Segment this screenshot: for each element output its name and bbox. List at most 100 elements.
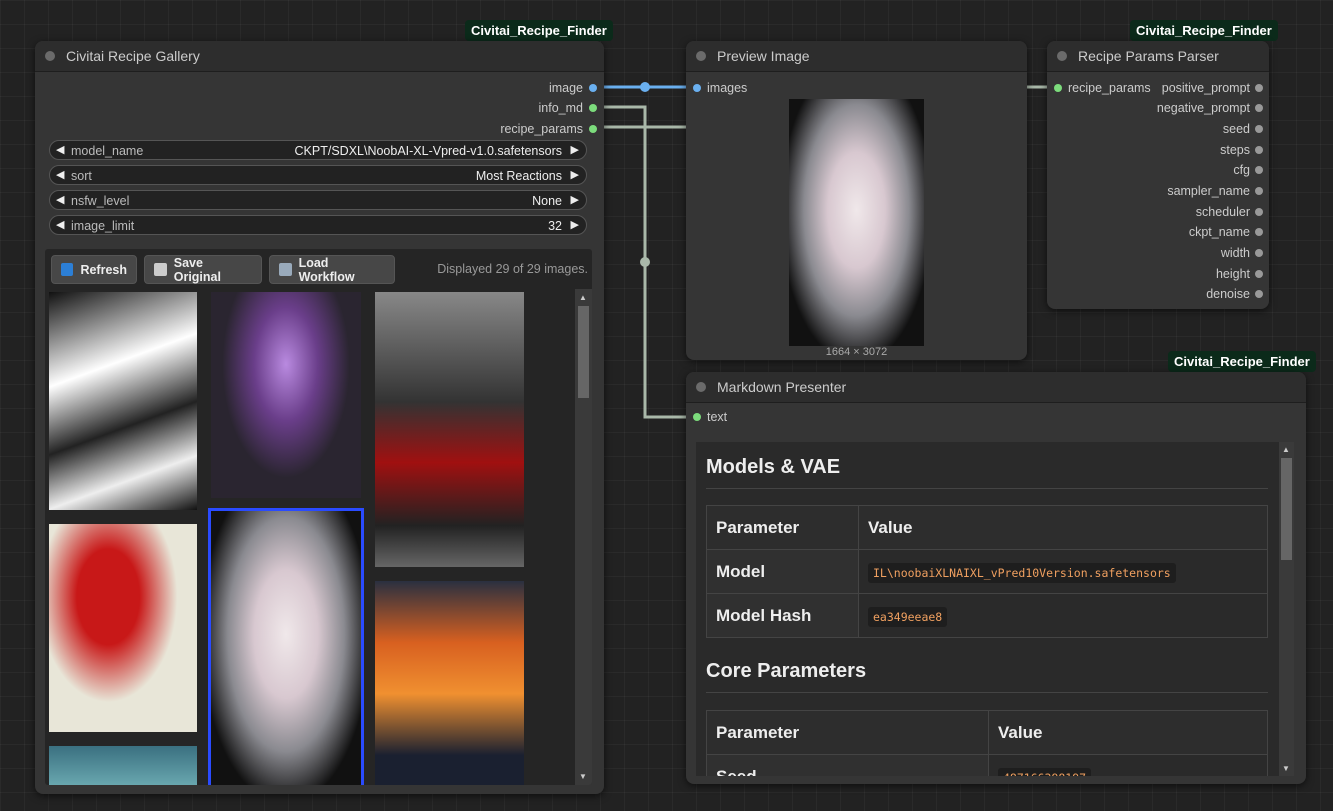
output-socket[interactable] <box>1255 208 1263 216</box>
output-label: width <box>1220 246 1250 260</box>
output-socket[interactable] <box>1255 228 1263 236</box>
gallery-thumbnail[interactable] <box>49 524 197 732</box>
table-row: Model Hash ea349eeae8 <box>706 593 1268 638</box>
models-table: Parameter Value Model IL\noobaiXLNAIXL_v… <box>706 505 1268 638</box>
arrow-right-icon[interactable]: ▶ <box>571 193 579 206</box>
node-title: Markdown Presenter <box>717 379 847 395</box>
node-title-bar[interactable]: Markdown Presenter <box>686 372 1306 403</box>
gallery-thumbnail-selected[interactable] <box>208 508 364 785</box>
markdown-scrollbar[interactable]: ▲ ▼ <box>1279 442 1294 776</box>
output-socket[interactable] <box>1255 146 1263 154</box>
gallery-status: Displayed 29 of 29 images. <box>437 262 588 276</box>
collapse-dot-icon[interactable] <box>696 51 706 61</box>
widget-value: None <box>532 194 562 208</box>
output-socket[interactable] <box>1255 187 1263 195</box>
arrow-right-icon[interactable]: ▶ <box>571 218 579 231</box>
scroll-up-icon[interactable]: ▲ <box>579 293 587 302</box>
widget-model-name[interactable]: ◀ model_name CKPT/SDXL\NoobAI-XL-Vpred-v… <box>49 140 587 160</box>
output-label: ckpt_name <box>1188 225 1250 239</box>
widget-label: sort <box>71 169 92 183</box>
arrow-left-icon[interactable]: ◀ <box>56 218 64 231</box>
collapse-dot-icon[interactable] <box>696 382 706 392</box>
arrow-left-icon[interactable]: ◀ <box>56 143 64 156</box>
widget-value: Most Reactions <box>475 169 562 183</box>
table-header: Parameter <box>706 710 989 755</box>
save-original-button[interactable]: Save Original <box>144 255 262 284</box>
arrow-right-icon[interactable]: ▶ <box>571 143 579 156</box>
recipe-params-parser-node[interactable]: Recipe Params Parser recipe_params posit… <box>1047 41 1269 309</box>
input-label-images: images <box>707 81 748 95</box>
code-value: 487166398197 <box>998 767 1092 776</box>
node-title: Recipe Params Parser <box>1078 48 1219 64</box>
scroll-down-icon[interactable]: ▼ <box>1282 764 1290 773</box>
node-title-bar[interactable]: Recipe Params Parser <box>1047 41 1269 72</box>
output-label: sampler_name <box>1167 184 1250 198</box>
gallery-thumbnail[interactable] <box>49 292 197 510</box>
table-cell-value: ea349eeae8 <box>858 593 1268 638</box>
input-label-text: text <box>707 410 728 424</box>
markdown-presenter-node[interactable]: Markdown Presenter text Models & VAE Par… <box>686 372 1306 784</box>
node-badge: Civitai_Recipe_Finder <box>465 20 613 41</box>
input-socket-images[interactable] <box>693 84 701 92</box>
gallery-thumbnail[interactable] <box>375 581 524 785</box>
output-socket-info-md[interactable] <box>589 104 597 112</box>
section-heading: Core Parameters <box>706 660 867 682</box>
recipe-gallery-node[interactable]: Civitai Recipe Gallery image info_md rec… <box>35 41 604 794</box>
node-badge: Civitai_Recipe_Finder <box>1130 20 1278 41</box>
section-heading: Models & VAE <box>706 456 841 478</box>
table-header: Parameter <box>706 505 859 550</box>
output-label: negative_prompt <box>1156 101 1250 115</box>
widget-value: CKPT/SDXL\NoobAI-XL-Vpred-v1.0.safetenso… <box>294 144 562 158</box>
output-socket[interactable] <box>1255 249 1263 257</box>
node-title: Preview Image <box>717 48 810 64</box>
widget-nsfw-level[interactable]: ◀ nsfw_level None ▶ <box>49 190 587 210</box>
refresh-button[interactable]: Refresh <box>51 255 137 284</box>
output-socket[interactable] <box>1255 104 1263 112</box>
widget-value: 32 <box>548 219 562 233</box>
collapse-dot-icon[interactable] <box>1057 51 1067 61</box>
output-socket-recipe-params[interactable] <box>589 125 597 133</box>
gallery-thumbnail[interactable] <box>211 292 361 498</box>
node-title-bar[interactable]: Civitai Recipe Gallery <box>35 41 604 72</box>
widget-image-limit[interactable]: ◀ image_limit 32 ▶ <box>49 215 587 235</box>
preview-image <box>789 99 924 346</box>
gallery-scrollbar[interactable]: ▲ ▼ <box>575 289 592 785</box>
output-socket[interactable] <box>1255 270 1263 278</box>
scroll-down-icon[interactable]: ▼ <box>579 772 587 781</box>
node-title: Civitai Recipe Gallery <box>66 48 200 64</box>
node-title-bar[interactable]: Preview Image <box>686 41 1027 72</box>
output-socket[interactable] <box>1255 166 1263 174</box>
scrollbar-thumb[interactable] <box>578 306 589 398</box>
core-parameters-table: Parameter Value Seed 487166398197 <box>706 710 1268 776</box>
button-label: Refresh <box>80 262 127 277</box>
arrow-right-icon[interactable]: ▶ <box>571 168 579 181</box>
output-label: steps <box>1220 143 1250 157</box>
scroll-up-icon[interactable]: ▲ <box>1282 445 1290 454</box>
gallery-thumbnail[interactable] <box>49 746 197 785</box>
output-socket[interactable] <box>1255 125 1263 133</box>
scrollbar-thumb[interactable] <box>1281 458 1292 560</box>
collapse-dot-icon[interactable] <box>45 51 55 61</box>
table-cell-value: IL\noobaiXLNAIXL_vPred10Version.safetens… <box>858 549 1268 594</box>
output-label: height <box>1215 267 1250 281</box>
input-socket-text[interactable] <box>693 413 701 421</box>
widget-label: model_name <box>71 144 144 158</box>
input-socket-recipe-params[interactable] <box>1054 84 1062 92</box>
preview-image-node[interactable]: Preview Image images 1664 × 3072 <box>686 41 1027 360</box>
output-label: denoise <box>1206 287 1250 301</box>
node-badge: Civitai_Recipe_Finder <box>1168 351 1316 372</box>
output-socket[interactable] <box>1255 84 1263 92</box>
arrow-left-icon[interactable]: ◀ <box>56 193 64 206</box>
gallery-thumbnail[interactable] <box>375 292 524 567</box>
output-socket-image[interactable] <box>589 84 597 92</box>
table-row: Seed 487166398197 <box>706 754 1268 776</box>
output-label: scheduler <box>1195 205 1250 219</box>
widget-label: nsfw_level <box>71 194 130 208</box>
arrow-left-icon[interactable]: ◀ <box>56 168 64 181</box>
markdown-content: Models & VAE Parameter Value Model IL\no… <box>696 442 1294 776</box>
code-value: IL\noobaiXLNAIXL_vPred10Version.safetens… <box>868 562 1176 583</box>
load-workflow-button[interactable]: Load Workflow <box>269 255 395 284</box>
output-socket[interactable] <box>1255 290 1263 298</box>
widget-sort[interactable]: ◀ sort Most Reactions ▶ <box>49 165 587 185</box>
table-cell-key: Model <box>706 549 859 594</box>
